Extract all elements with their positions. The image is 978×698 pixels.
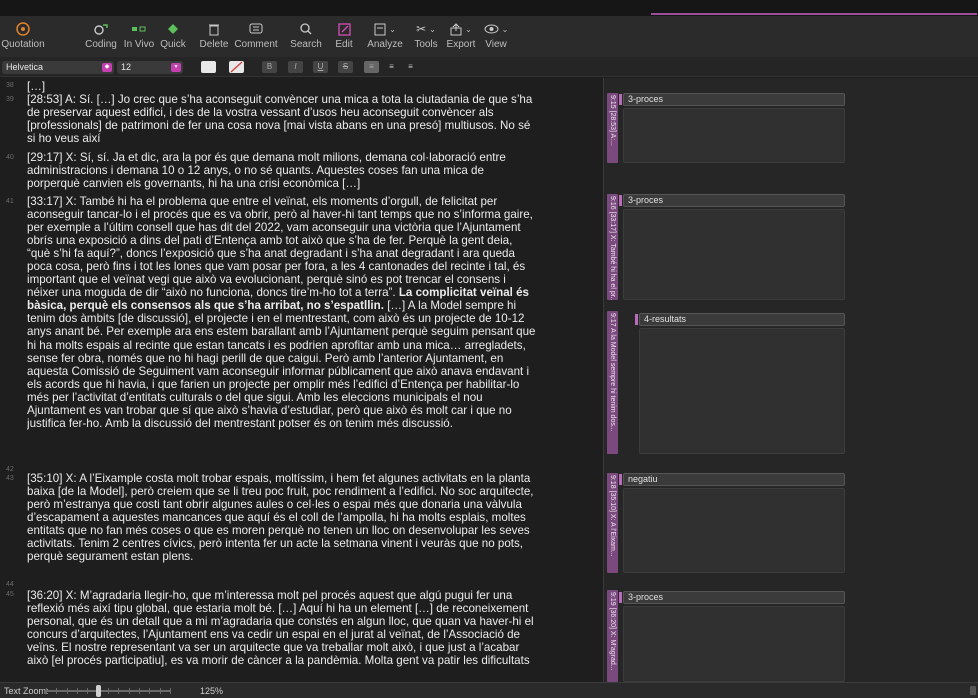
bold-button[interactable]: B — [262, 61, 277, 73]
quotation-button[interactable]: Quotation — [0, 17, 46, 57]
strikethrough-button[interactable]: S — [338, 61, 353, 73]
code-label[interactable]: 3-proces — [619, 591, 845, 604]
edit-icon — [331, 20, 357, 38]
search-button[interactable]: Search — [287, 17, 325, 57]
font-family-select[interactable]: Helvetica ◆ — [2, 61, 114, 74]
title-strip — [0, 0, 978, 17]
paragraph-45: [36:20] X: M’agradaria llegir-ho, que m’… — [27, 589, 534, 668]
delete-button[interactable]: Delete — [196, 17, 232, 57]
highlight-color-button[interactable] — [229, 61, 244, 73]
comment-button[interactable]: Comment — [232, 17, 280, 57]
slider-tick — [118, 688, 119, 694]
slider-tick — [108, 688, 109, 694]
slider-tick — [139, 688, 140, 694]
code-label[interactable]: 3-proces — [619, 93, 845, 106]
resize-handle[interactable] — [970, 686, 976, 695]
slider-knob[interactable] — [96, 685, 101, 697]
align-right-button[interactable]: ≡ — [403, 61, 418, 73]
quotation-tab[interactable]: 9:19 [36:20] X: M’agrad... — [607, 590, 618, 682]
chevron-down-icon: ⌄ — [501, 24, 509, 34]
chevron-down-icon: ⌄ — [465, 24, 472, 34]
slider-tick — [77, 688, 78, 694]
in-vivo-icon — [120, 20, 158, 38]
format-bar: Helvetica ◆ 12 ▾ B I U S ≡ ≡ ≡ — [0, 57, 978, 77]
tools-icon: ✂ ⌄ — [416, 22, 436, 36]
code-area — [623, 108, 845, 163]
coding-button[interactable]: Coding — [82, 17, 120, 57]
paragraph-38: […] — [27, 80, 46, 93]
code-label[interactable]: 4-resultats — [635, 313, 845, 326]
code-area — [639, 328, 845, 454]
paragraph-41: [33:17] X: També hi ha el problema que e… — [27, 195, 536, 430]
quick-button[interactable]: Quick — [157, 17, 189, 57]
quotation-tab[interactable]: 9:15 [28:53] A:... — [607, 93, 618, 163]
edit-button[interactable]: Edit — [331, 17, 357, 57]
text-zoom-slider[interactable] — [46, 685, 171, 697]
underline-button[interactable]: U — [313, 61, 328, 73]
export-button[interactable]: ⌄ Export — [444, 17, 478, 57]
paragraph-43: [35:10] X: A l’Eixample costa molt troba… — [27, 472, 534, 564]
comment-icon — [232, 20, 280, 38]
analyze-button[interactable]: ⌄ Analyze — [362, 17, 408, 57]
chevron-down-icon: ▾ — [171, 63, 181, 72]
code-area — [623, 606, 845, 682]
status-bar: Text Zoom: 125% — [0, 682, 978, 698]
slider-tick — [160, 688, 161, 694]
align-center-button[interactable]: ≡ — [384, 61, 399, 73]
coding-icon — [82, 20, 120, 38]
slider-tick — [129, 688, 130, 694]
slider-tick — [170, 688, 171, 694]
paragraph-40: [29:17] X: Sí, sí. Ja et dic, ara la por… — [27, 151, 506, 191]
font-size-select[interactable]: 12 ▾ — [117, 61, 183, 74]
view-button[interactable]: ⌄ View — [480, 17, 512, 57]
paragraph-39: [28:53] A: Sí. […] Jo crec que s’ha acon… — [27, 93, 533, 146]
accent-line — [651, 13, 977, 15]
slider-tick — [46, 688, 47, 694]
slider-tick — [87, 688, 88, 694]
slider-tick — [56, 688, 57, 694]
slider-tick — [67, 688, 68, 694]
toolbar: Quotation Coding In Vivo Quick Delete Co… — [0, 17, 978, 57]
code-label[interactable]: 3-proces — [619, 194, 845, 207]
quotation-tab[interactable]: 9:16 [33:17] X: També hi ha el pr... — [607, 194, 618, 300]
search-icon — [287, 20, 325, 38]
in-vivo-button[interactable]: In Vivo — [120, 17, 158, 57]
code-label[interactable]: negatiu — [619, 473, 845, 486]
eye-icon: ⌄ — [480, 20, 512, 38]
margin-area: 9:15 [28:53] A:... 3-proces 9:16 [33:17]… — [603, 78, 978, 682]
slider-tick — [149, 688, 150, 694]
text-color-button[interactable] — [201, 61, 216, 73]
chevron-updown-icon: ◆ — [102, 63, 112, 72]
quotation-icon — [0, 20, 46, 38]
tools-button[interactable]: ✂ ⌄ Tools — [408, 17, 444, 57]
quick-icon — [157, 20, 189, 38]
quotation-tab[interactable]: 9:18 [35:10] X: A l’Eixam... — [607, 473, 618, 573]
export-icon: ⌄ — [444, 20, 478, 38]
code-area — [623, 209, 845, 300]
document-area[interactable]: 38 39 40 41 42 43 44 45 […] [28:53] A: S… — [0, 78, 603, 682]
italic-button[interactable]: I — [288, 61, 303, 73]
trash-icon — [196, 20, 232, 38]
analyze-icon: ⌄ — [362, 20, 408, 38]
chevron-down-icon: ⌄ — [429, 24, 436, 34]
code-area — [623, 488, 845, 573]
align-left-button[interactable]: ≡ — [364, 61, 379, 73]
quotation-tab[interactable]: 9:17 A la Model sempre hi tenim dos... — [607, 311, 618, 454]
chevron-down-icon: ⌄ — [389, 24, 396, 34]
